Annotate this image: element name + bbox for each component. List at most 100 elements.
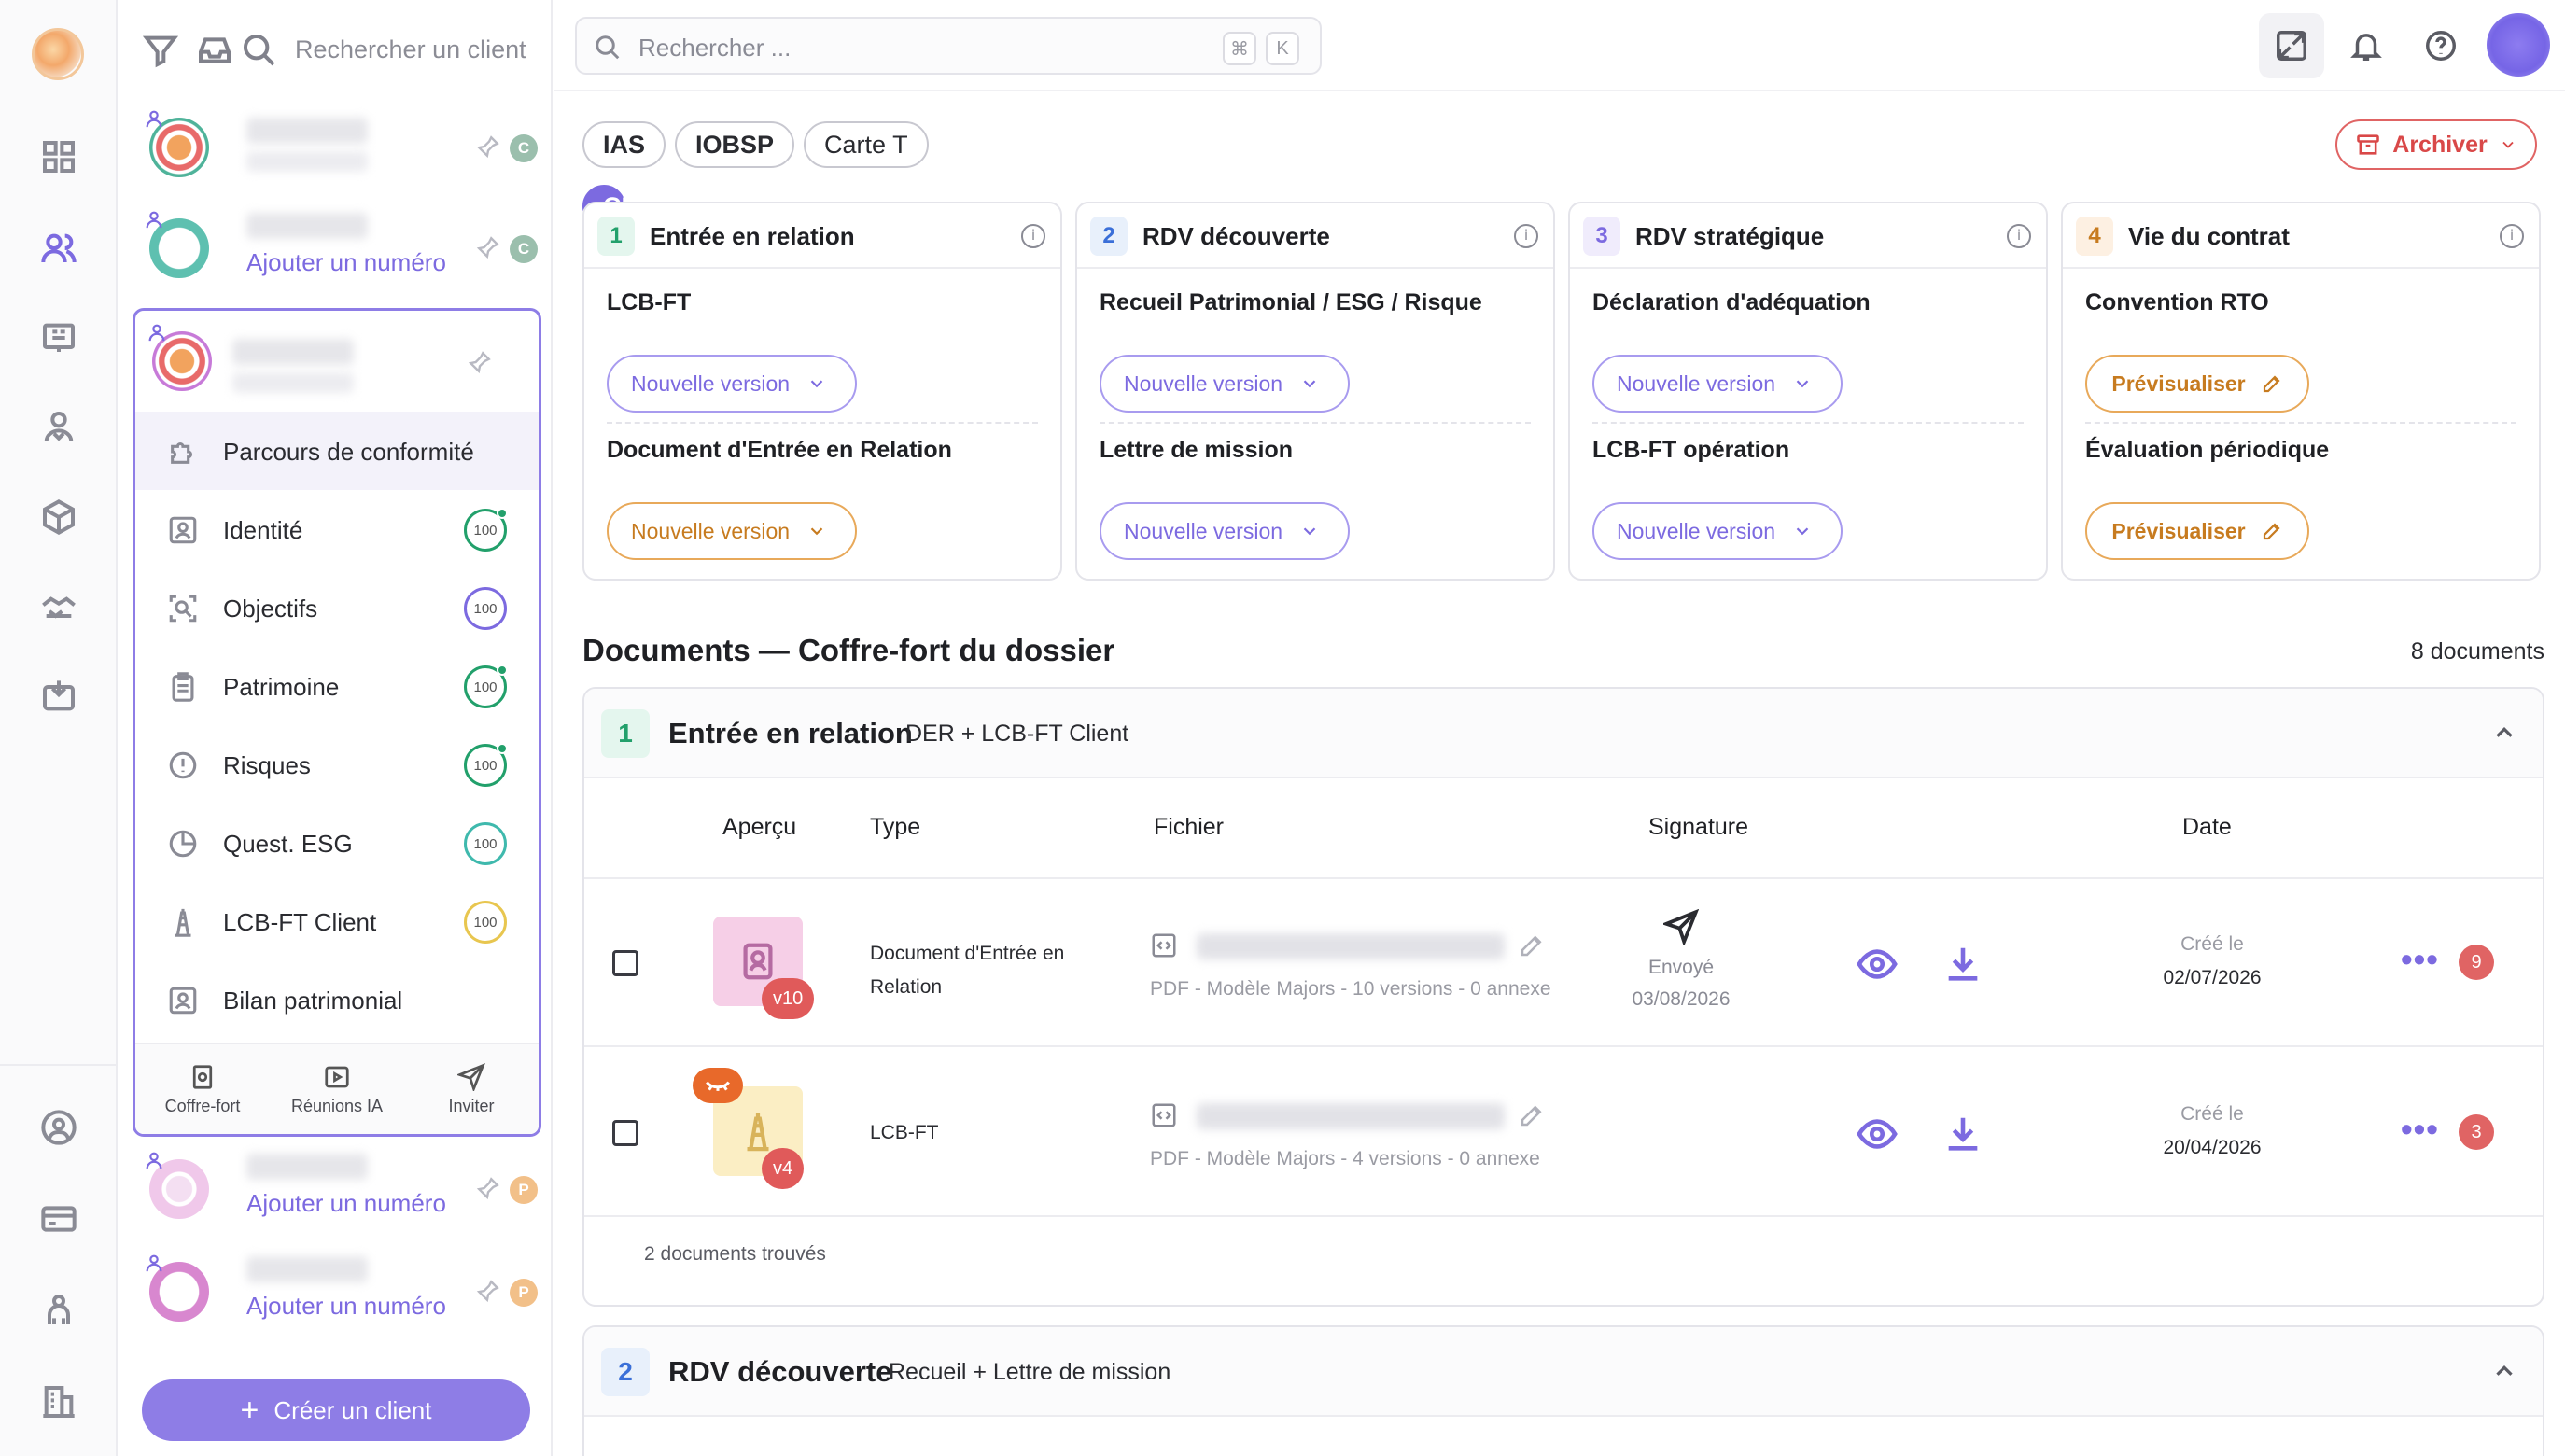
bell-icon[interactable] [2334, 13, 2399, 78]
pin-icon[interactable] [468, 350, 492, 374]
pin-icon[interactable] [476, 1279, 500, 1303]
new-version-button[interactable]: Nouvelle version [1592, 355, 1843, 413]
user-avatar[interactable] [2487, 13, 2550, 77]
new-version-button[interactable]: Nouvelle version [607, 502, 857, 560]
score-badge: 100 [464, 508, 508, 552]
more-icon[interactable]: ••• [2401, 1113, 2439, 1146]
filter-icon[interactable] [142, 32, 179, 69]
new-version-button[interactable]: Nouvelle version [607, 355, 857, 413]
chevron-up-icon[interactable] [2490, 719, 2518, 747]
more-icon[interactable]: ••• [2401, 943, 2439, 976]
invite-button[interactable]: Inviter [406, 1063, 537, 1116]
nav-item-risques[interactable]: Risques 100 [135, 725, 539, 804]
team-icon[interactable] [38, 1290, 79, 1331]
tab-ias[interactable]: IAS [582, 121, 666, 168]
id-card-icon [743, 943, 773, 980]
add-number-link[interactable]: Ajouter un numéro [246, 248, 446, 277]
client-search-bar: Rechercher un client [119, 19, 553, 84]
info-icon[interactable]: i [1021, 224, 1045, 248]
vault-button[interactable]: Coffre-fort [137, 1063, 268, 1116]
step-divider [1592, 422, 2024, 424]
group-header[interactable]: 2 RDV découverte Recueil + Lettre de mis… [584, 1327, 2543, 1417]
new-version-button[interactable]: Nouvelle version [1592, 502, 1843, 560]
results-count: 2 documents trouvés [644, 1243, 826, 1265]
step-number: 2 [1090, 217, 1128, 256]
client-item[interactable]: Ajouter un numéro C [136, 203, 538, 297]
step-divider [2085, 422, 2516, 424]
nav-item-bilan[interactable]: Bilan patrimonial [135, 960, 539, 1039]
row-checkbox[interactable] [612, 950, 638, 976]
logo[interactable] [32, 28, 84, 80]
eye-icon[interactable] [1856, 1113, 1899, 1155]
row-checkbox[interactable] [612, 1120, 638, 1146]
client-item[interactable]: Ajouter un numéro P [136, 1144, 538, 1238]
meetings-button[interactable]: Réunions IA [272, 1063, 402, 1116]
eye-icon[interactable] [1856, 943, 1899, 986]
expand-icon[interactable] [2259, 13, 2324, 78]
client-item[interactable]: Ajouter un numéro P [136, 1247, 538, 1340]
nav-item-patrimoine[interactable]: Patrimoine 100 [135, 647, 539, 725]
new-version-button[interactable]: Nouvelle version [1100, 502, 1350, 560]
add-number-link[interactable]: Ajouter un numéro [246, 1292, 446, 1321]
help-icon[interactable] [2408, 13, 2474, 78]
document-type: LCB-FT [870, 1122, 939, 1143]
nav-item-identite[interactable]: Identité 100 [135, 490, 539, 568]
nav-item-parcours[interactable]: Parcours de conformité [135, 412, 539, 490]
handshake-icon[interactable] [38, 586, 79, 627]
client-item[interactable]: C [136, 103, 538, 196]
group-header[interactable]: 1 Entrée en relation DER + LCB-FT Client [584, 689, 2543, 778]
nav-item-esg[interactable]: Quest. ESG 100 [135, 804, 539, 882]
step-doc-label: LCB-FT opération [1592, 437, 1790, 463]
clients-icon[interactable] [38, 228, 79, 269]
download-icon[interactable] [1941, 943, 1984, 986]
chevron-down-icon [1303, 527, 1316, 536]
avatar [146, 211, 209, 278]
step-card-1: 1 Entrée en relation i LCB-FT Nouvelle ver… [582, 202, 1062, 581]
info-icon[interactable]: i [2500, 224, 2524, 248]
created-label: Créé le [2180, 1103, 2244, 1125]
add-number-link[interactable]: Ajouter un numéro [246, 1189, 446, 1218]
download-icon[interactable] [1941, 1113, 1984, 1155]
create-client-button[interactable]: + Créer un client [142, 1379, 530, 1441]
dashboard-icon[interactable] [38, 136, 79, 177]
edit-icon[interactable] [1518, 931, 1546, 959]
step-header: 4 Vie du contrat i [2063, 203, 2539, 269]
profile-icon[interactable] [38, 1107, 79, 1148]
nav-item-objectifs[interactable]: Objectifs 100 [135, 568, 539, 647]
inbox-icon[interactable] [38, 676, 79, 717]
pin-icon[interactable] [476, 1176, 500, 1200]
info-icon[interactable]: i [1514, 224, 1538, 248]
created-date: Créé le 02/07/2026 [2072, 928, 2352, 995]
search-icon[interactable] [241, 32, 278, 69]
file-name-blurred[interactable] [1197, 933, 1505, 959]
products-icon[interactable] [38, 497, 79, 538]
group-number: 2 [601, 1348, 650, 1396]
edit-icon[interactable] [1518, 1101, 1546, 1129]
file-name-blurred[interactable] [1197, 1103, 1505, 1129]
building-icon[interactable] [38, 1381, 79, 1422]
billing-icon[interactable] [38, 1198, 79, 1239]
board-icon[interactable] [38, 317, 79, 358]
id-icon [167, 514, 199, 546]
archive-button[interactable]: Archiver [2335, 119, 2537, 170]
nav-item-lcbft[interactable]: LCB-FT Client 100 [135, 882, 539, 960]
inbox-tray-icon[interactable] [196, 32, 233, 69]
safe-icon [192, 1065, 213, 1089]
global-search-input[interactable]: Rechercher ... [638, 34, 791, 63]
col-signature: Signature [1648, 814, 1749, 840]
chevron-up-icon[interactable] [2490, 1357, 2518, 1385]
pin-icon[interactable] [476, 134, 500, 159]
global-search[interactable]: Rechercher ... ⌘ K [575, 17, 1322, 75]
client-search-input[interactable]: Rechercher un client [295, 35, 526, 64]
tab-carte-t[interactable]: Carte T [804, 121, 929, 168]
pin-icon[interactable] [476, 235, 500, 259]
advisor-icon[interactable] [38, 407, 79, 448]
new-version-button[interactable]: Nouvelle version [1100, 355, 1350, 413]
info-icon[interactable]: i [2007, 224, 2031, 248]
preview-button[interactable]: Prévisualiser [2085, 355, 2309, 413]
preview-button[interactable]: Prévisualiser [2085, 502, 2309, 560]
signature-label: Envoyé [1647, 957, 1715, 978]
avatar [146, 110, 209, 177]
tab-iobsp[interactable]: IOBSP [675, 121, 795, 168]
app: Rechercher un client C Ajouter un numéro… [0, 0, 2565, 1456]
